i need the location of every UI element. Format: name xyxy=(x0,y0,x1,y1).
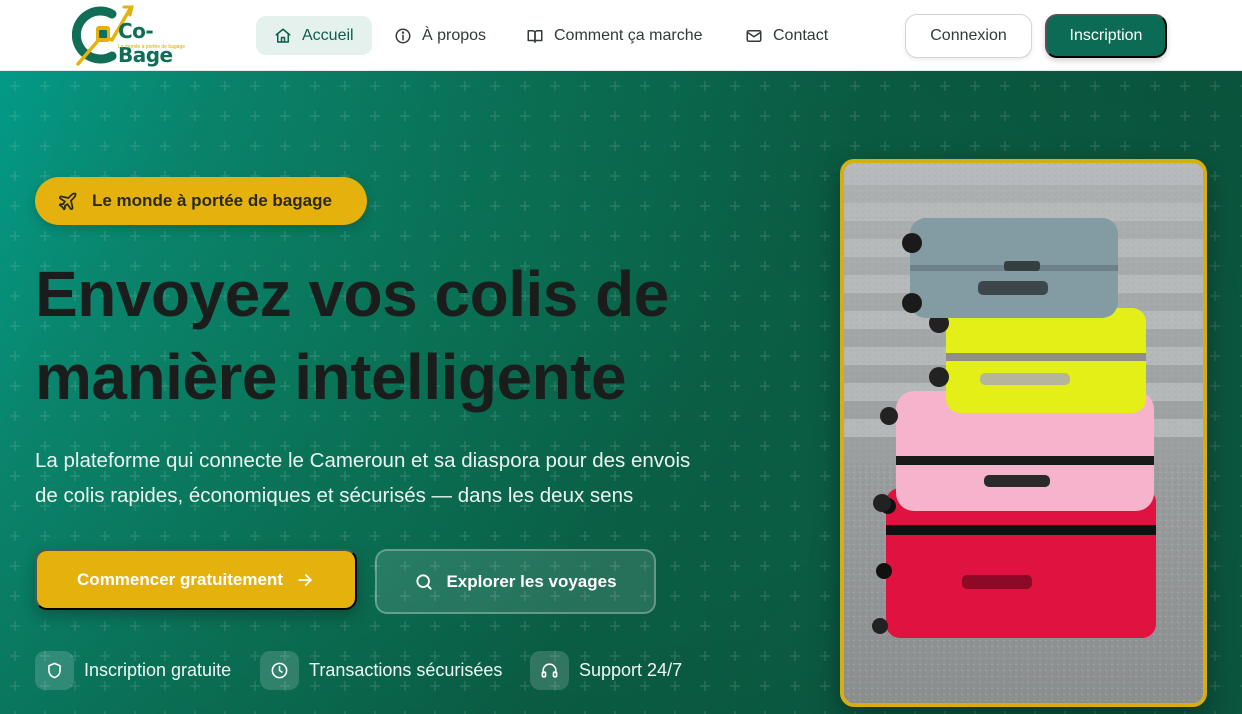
headphones-icon xyxy=(541,662,558,678)
explore-trips-button[interactable]: Explorer les voyages xyxy=(375,549,656,614)
info-icon xyxy=(395,28,411,43)
subtitle-line-1: La plateforme qui connecte le Cameroun e… xyxy=(35,449,691,472)
login-button[interactable]: Connexion xyxy=(905,14,1032,58)
hero-badge: Le monde à portée de bagage xyxy=(35,177,367,225)
nav-item-accueil[interactable]: Accueil xyxy=(256,16,372,55)
nav-item-a-propos[interactable]: À propos xyxy=(376,16,504,55)
shield-icon xyxy=(48,662,61,678)
navbar: Co-Bage Le monde à portée de bagage Accu… xyxy=(0,0,1242,71)
subtitle-line-2: de colis rapides, économiques et sécuris… xyxy=(35,484,634,507)
plane-icon xyxy=(58,192,77,210)
mail-icon xyxy=(746,29,762,42)
hero-headline: Envoyez vos colis de manière intelligent… xyxy=(35,253,795,419)
feature-secure-transactions: Transactions sécurisées xyxy=(260,650,502,690)
hero-subtitle: La plateforme qui connecte le Cameroun e… xyxy=(35,443,805,513)
luggage-photo xyxy=(840,159,1207,707)
feature-label: Support 24/7 xyxy=(579,659,683,680)
nav-item-label: Contact xyxy=(773,26,829,44)
signup-button[interactable]: Inscription xyxy=(1045,14,1167,58)
nav-item-comment-ca-marche[interactable]: Comment ça marche xyxy=(508,16,721,55)
nav-item-label: Comment ça marche xyxy=(554,26,703,44)
start-free-button[interactable]: Commencer gratuitement xyxy=(35,549,357,610)
feature-free-signup: Inscription gratuite xyxy=(35,650,231,690)
clock-icon xyxy=(271,662,288,678)
feature-label: Transactions sécurisées xyxy=(309,659,503,680)
explore-trips-label: Explorer les voyages xyxy=(446,571,617,591)
book-icon xyxy=(527,29,543,43)
feature-label: Inscription gratuite xyxy=(84,659,232,680)
brand-logo[interactable]: Co-Bage Le monde à portée de bagage xyxy=(71,4,202,67)
home-icon xyxy=(275,28,291,43)
brand-name: Co-Bage xyxy=(118,19,173,67)
start-free-label: Commencer gratuitement xyxy=(77,569,283,589)
nav-item-label: À propos xyxy=(422,26,487,44)
search-icon xyxy=(416,573,433,590)
brand-tagline: Le monde à portée de bagage xyxy=(118,44,185,50)
feature-support: Support 24/7 xyxy=(530,650,682,690)
arrow-right-icon xyxy=(298,573,312,586)
luggage-illustration xyxy=(844,163,1203,703)
badge-label: Le monde à portée de bagage xyxy=(92,191,332,210)
headline-line-1: Envoyez vos colis de xyxy=(35,258,669,330)
headline-line-2: manière intelligente xyxy=(35,341,627,413)
nav-item-label: Accueil xyxy=(302,26,354,44)
hero-section: Le monde à portée de bagage Envoyez vos … xyxy=(0,71,1242,714)
nav-item-contact[interactable]: Contact xyxy=(727,16,846,55)
